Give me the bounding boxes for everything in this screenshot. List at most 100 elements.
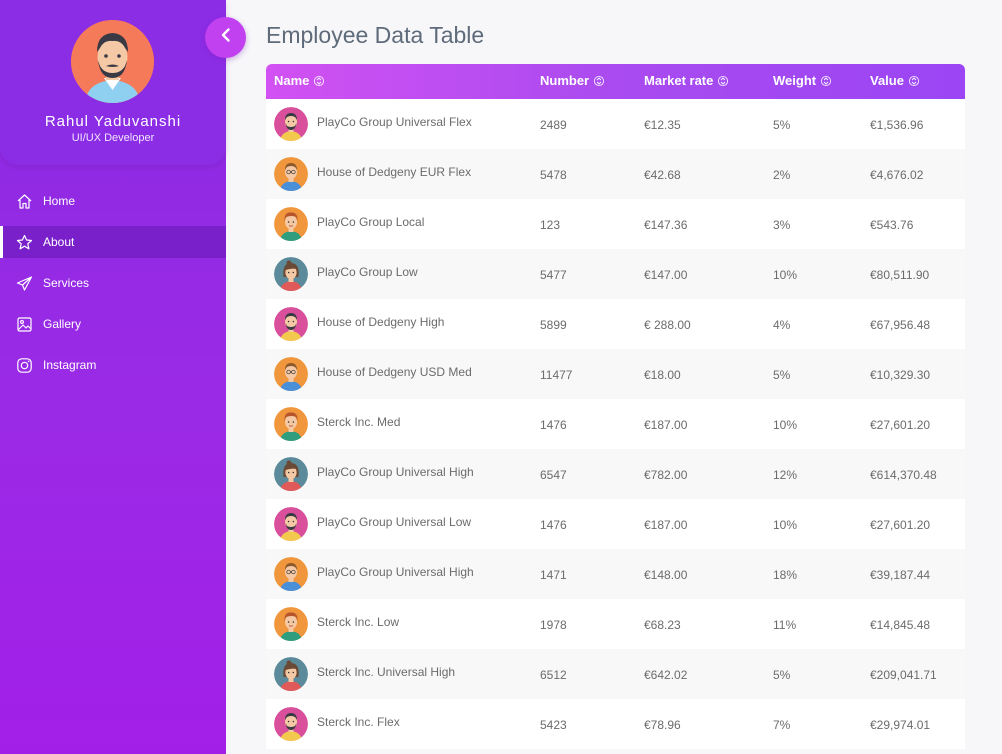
table-row[interactable]: PlayCo Group Universal Flex 2489 €12.35 5% €… [266, 99, 965, 149]
table-body: PlayCo Group Universal Flex 2489 €12.35 5% €… [266, 99, 965, 749]
sidebar-item-instagram[interactable]: Instagram [0, 349, 226, 381]
cell-name: Sterck Inc. Flex [266, 699, 532, 749]
avatar [274, 557, 308, 591]
table-row[interactable]: PlayCo Group Low 5477 €147.00 10% €80,511.90 [266, 249, 965, 299]
sidebar-item-home[interactable]: Home [0, 185, 226, 217]
cell-weight: 10% [773, 518, 798, 532]
home-icon [16, 193, 33, 210]
cell-number: 5478 [540, 168, 567, 182]
sidebar-nav: Home About Services Gallery Instagram [0, 185, 226, 390]
cell-value: €1,536.96 [870, 118, 924, 132]
cell-market-rate: €187.00 [644, 418, 688, 432]
cell-number: 5477 [540, 268, 567, 282]
sidebar-item-about[interactable]: About [0, 226, 226, 258]
table-row[interactable]: Sterck Inc. Med 1476 €187.00 10% €27,601.20 [266, 399, 965, 449]
cell-number: 1471 [540, 568, 567, 582]
cell-name: PlayCo Group Universal High [266, 549, 532, 599]
avatar [274, 107, 308, 141]
sort-icon[interactable] [314, 75, 325, 90]
employee-name: PlayCo Group Universal Low [317, 515, 472, 529]
employee-name: Sterck Inc. Med [317, 415, 401, 429]
column-header-market-rate[interactable]: Market rate [636, 64, 765, 99]
sidebar-item-label: About [43, 235, 75, 249]
cell-number: 1476 [540, 418, 567, 432]
cell-market-rate: €642.02 [644, 668, 688, 682]
cell-market-rate: €187.00 [644, 518, 688, 532]
cell-name: Sterck Inc. Low [266, 599, 532, 649]
cell-value: €614,370.48 [870, 468, 937, 482]
sidebar-item-gallery[interactable]: Gallery [0, 308, 226, 340]
sidebar: Rahul Yaduvanshi UI/UX Developer Home Ab… [0, 0, 226, 754]
sort-icon[interactable] [718, 75, 729, 90]
cell-name: House of Dedgeny EUR Flex [266, 149, 532, 199]
table-row[interactable]: Sterck Inc. Flex 5423 €78.96 7% €29,974.01 [266, 699, 965, 749]
cell-market-rate: €12.35 [644, 118, 681, 132]
avatar [274, 307, 308, 341]
cell-value: €543.76 [870, 218, 914, 232]
cell-market-rate: € 288.00 [644, 318, 691, 332]
employee-name: House of Dedgeny USD Med [317, 365, 472, 379]
employee-name: House of Dedgeny EUR Flex [317, 165, 472, 179]
employee-name: PlayCo Group Low [317, 265, 418, 279]
cell-value: €39,187.44 [870, 568, 931, 582]
cell-name: Sterck Inc. Med [266, 399, 532, 449]
cell-name: House of Dedgeny USD Med [266, 349, 532, 399]
column-header-number[interactable]: Number [532, 64, 636, 99]
employee-name: PlayCo Group Universal High [317, 465, 474, 479]
cell-number: 1476 [540, 518, 567, 532]
cell-name: PlayCo Group Low [266, 249, 532, 299]
cell-value: €4,676.02 [870, 168, 924, 182]
paper-plane-icon [16, 275, 33, 292]
cell-weight: 3% [773, 218, 791, 232]
cell-weight: 7% [773, 718, 791, 732]
column-header-name[interactable]: Name [266, 64, 532, 99]
star-icon [16, 234, 33, 251]
table-row[interactable]: Sterck Inc. Universal High 6512 €642.02 5% €… [266, 649, 965, 699]
cell-weight: 4% [773, 318, 791, 332]
sidebar-item-label: Gallery [43, 317, 82, 331]
profile-card: Rahul Yaduvanshi UI/UX Developer [0, 0, 226, 165]
profile-name: Rahul Yaduvanshi [44, 113, 182, 130]
cell-weight: 5% [773, 668, 791, 682]
cell-name: PlayCo Group Universal Low [266, 499, 532, 549]
cell-value: €67,956.48 [870, 318, 931, 332]
employee-table: Name Number Market rate Weight Value Pla… [266, 64, 965, 749]
cell-market-rate: €78.96 [644, 718, 681, 732]
table-row[interactable]: House of Dedgeny High 5899 € 288.00 4% €67,9… [266, 299, 965, 349]
avatar [274, 507, 308, 541]
cell-value: €14,845.48 [870, 618, 931, 632]
table-row[interactable]: PlayCo Group Universal High 1471 €148.00 18… [266, 549, 965, 599]
sidebar-item-label: Home [43, 194, 76, 208]
avatar [274, 457, 308, 491]
employee-name: House of Dedgeny High [317, 315, 445, 329]
table-header-row: Name Number Market rate Weight Value [266, 64, 965, 99]
collapse-sidebar-button[interactable] [205, 17, 246, 58]
table-row[interactable]: PlayCo Group Universal High 6547 €782.00 12… [266, 449, 965, 499]
table-row[interactable]: House of Dedgeny USD Med 11477 €18.00 5% €10… [266, 349, 965, 399]
sidebar-item-label: Instagram [43, 358, 97, 372]
image-icon [16, 316, 33, 333]
cell-number: 2489 [540, 118, 567, 132]
cell-market-rate: €68.23 [644, 618, 681, 632]
table-row[interactable]: Sterck Inc. Low 1978 €68.23 11% €14,845.48 [266, 599, 965, 649]
sort-icon[interactable] [821, 75, 832, 90]
column-header-value[interactable]: Value [862, 64, 965, 99]
avatar [274, 207, 308, 241]
cell-value: €27,601.20 [870, 518, 931, 532]
sort-icon[interactable] [594, 75, 605, 90]
cell-value: €80,511.90 [870, 268, 930, 282]
table-row[interactable]: PlayCo Group Universal Low 1476 €187.00 10%… [266, 499, 965, 549]
cell-market-rate: €147.00 [644, 268, 688, 282]
sidebar-item-services[interactable]: Services [0, 267, 226, 299]
employee-name: Sterck Inc. Low [317, 615, 400, 629]
table-row[interactable]: PlayCo Group Local 123 €147.36 3% €543.76 [266, 199, 965, 249]
cell-number: 6547 [540, 468, 567, 482]
sort-icon[interactable] [908, 75, 920, 90]
employee-table-container: Name Number Market rate Weight Value Pla… [266, 64, 965, 754]
table-row[interactable]: House of Dedgeny EUR Flex 5478 €42.68 2% €4,… [266, 149, 965, 199]
cell-number: 6512 [540, 668, 567, 682]
employee-name: Sterck Inc. Universal High [317, 665, 456, 679]
avatar [274, 607, 308, 641]
cell-value: €29,974.01 [870, 718, 931, 732]
column-header-weight[interactable]: Weight [765, 64, 862, 99]
